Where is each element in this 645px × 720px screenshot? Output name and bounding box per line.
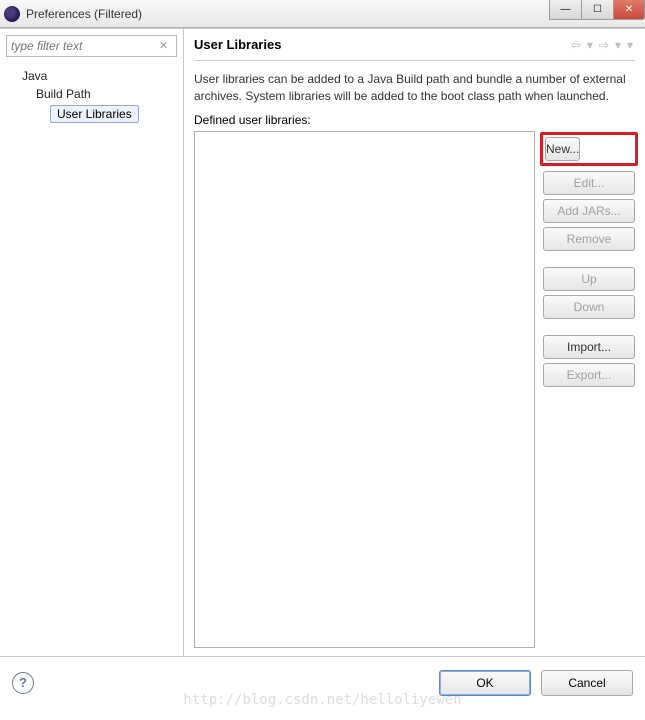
filter-wrapper: ✕ xyxy=(6,35,177,57)
help-icon[interactable]: ? xyxy=(12,672,34,694)
close-button[interactable]: ✕ xyxy=(613,0,645,20)
ok-button[interactable]: OK xyxy=(439,670,531,696)
nav-icons: ⇦ ▾ ⇨ ▾ ▾ xyxy=(569,38,635,52)
content-row: New... Edit... Add JARs... Remove Up Dow… xyxy=(194,131,635,648)
title-bar: Preferences (Filtered) — ☐ ✕ xyxy=(0,0,645,28)
footer-buttons: OK Cancel xyxy=(439,670,633,696)
export-button[interactable]: Export... xyxy=(543,363,635,387)
tree-item-build-path[interactable]: Build Path xyxy=(8,85,175,103)
tree-item-java[interactable]: Java xyxy=(8,67,175,85)
down-button[interactable]: Down xyxy=(543,295,635,319)
footer: ? OK Cancel xyxy=(0,656,645,708)
import-button[interactable]: Import... xyxy=(543,335,635,359)
main-area: ✕ Java Build Path User Libraries User Li… xyxy=(0,28,645,656)
page-title: User Libraries xyxy=(194,37,281,52)
remove-button[interactable]: Remove xyxy=(543,227,635,251)
app-icon xyxy=(4,6,20,22)
filter-input[interactable] xyxy=(6,35,177,57)
button-column: New... Edit... Add JARs... Remove Up Dow… xyxy=(543,131,635,648)
window-controls: — ☐ ✕ xyxy=(549,0,645,20)
page-header: User Libraries ⇦ ▾ ⇨ ▾ ▾ xyxy=(194,37,635,61)
libraries-list[interactable] xyxy=(194,131,535,648)
up-button[interactable]: Up xyxy=(543,267,635,291)
new-button[interactable]: New... xyxy=(545,137,580,161)
back-menu-icon[interactable]: ▾ xyxy=(585,38,595,52)
right-panel: User Libraries ⇦ ▾ ⇨ ▾ ▾ User libraries … xyxy=(184,29,645,656)
menu-icon[interactable]: ▾ xyxy=(625,38,635,52)
clear-filter-icon[interactable]: ✕ xyxy=(159,39,173,53)
cancel-button[interactable]: Cancel xyxy=(541,670,633,696)
tree-item-user-libraries[interactable]: User Libraries xyxy=(50,105,139,123)
forward-icon[interactable]: ⇨ xyxy=(597,38,611,52)
left-panel: ✕ Java Build Path User Libraries xyxy=(0,29,184,656)
page-description: User libraries can be added to a Java Bu… xyxy=(194,61,635,113)
maximize-button[interactable]: ☐ xyxy=(581,0,613,20)
window-title: Preferences (Filtered) xyxy=(26,7,142,21)
minimize-button[interactable]: — xyxy=(549,0,581,20)
edit-button[interactable]: Edit... xyxy=(543,171,635,195)
forward-menu-icon[interactable]: ▾ xyxy=(613,38,623,52)
back-icon[interactable]: ⇦ xyxy=(569,38,583,52)
preferences-tree: Java Build Path User Libraries xyxy=(6,63,177,127)
add-jars-button[interactable]: Add JARs... xyxy=(543,199,635,223)
highlight-box: New... xyxy=(540,132,638,166)
defined-libraries-label: Defined user libraries: xyxy=(194,113,635,131)
